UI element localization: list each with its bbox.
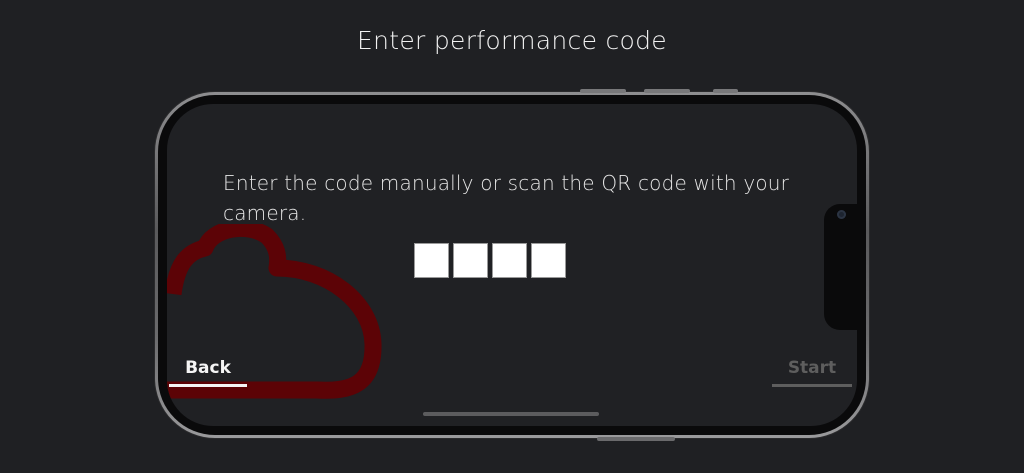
code-digit-1[interactable]: [414, 243, 449, 278]
start-button[interactable]: Start: [772, 358, 852, 387]
camera-notch: [824, 204, 862, 330]
page-title: Enter performance code: [357, 26, 667, 55]
mute-switch: [713, 89, 738, 93]
phone-screen: Enter the code manually or scan the QR c…: [167, 104, 857, 426]
code-digit-3[interactable]: [492, 243, 527, 278]
camera-icon: [837, 210, 846, 219]
instruction-text: Enter the code manually or scan the QR c…: [223, 171, 790, 225]
volume-up-button: [580, 89, 626, 93]
home-indicator: [423, 412, 599, 416]
volume-down-button: [644, 89, 690, 93]
back-button[interactable]: Back: [169, 358, 247, 387]
code-input-group: [414, 243, 566, 278]
code-digit-2[interactable]: [453, 243, 488, 278]
power-button: [597, 437, 675, 441]
code-digit-4[interactable]: [531, 243, 566, 278]
